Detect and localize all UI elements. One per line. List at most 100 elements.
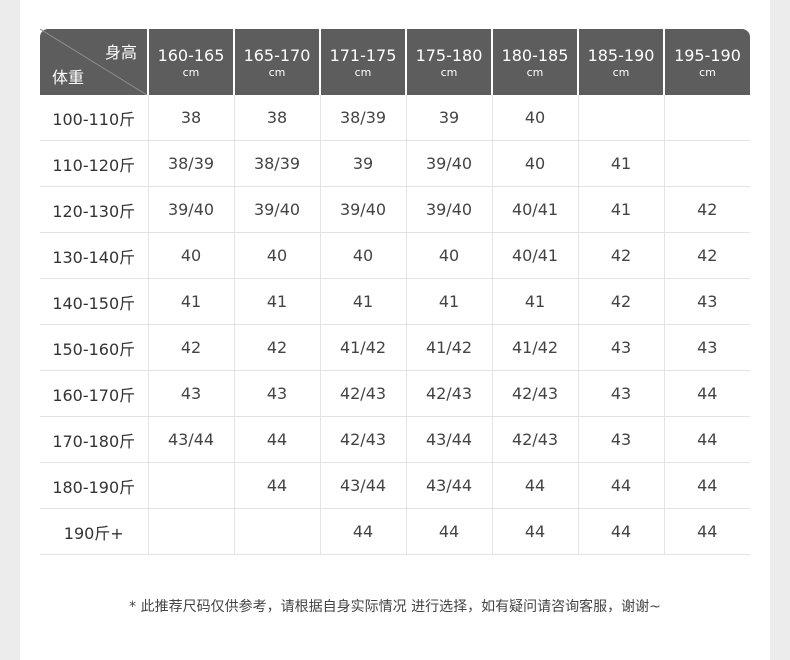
weight-range-label: 180-190斤 — [40, 462, 149, 509]
size-cell — [148, 462, 235, 509]
size-cell: 42/43 — [406, 370, 493, 417]
size-cell: 42/43 — [320, 416, 407, 463]
size-cell: 43 — [578, 416, 665, 463]
size-cell: 42 — [664, 232, 750, 279]
size-cell: 40 — [492, 140, 579, 187]
size-chart-page: 身高 体重 160-165 cm 165-170 cm 171-175 cm 175-180… — [20, 0, 770, 660]
size-cell: 43/44 — [406, 416, 493, 463]
table-header: 身高 体重 160-165 cm 165-170 cm 171-175 cm 175-180… — [40, 29, 750, 95]
size-cell: 41 — [578, 140, 665, 187]
size-cell: 41 — [578, 186, 665, 233]
size-cell: 42/43 — [492, 416, 579, 463]
height-range: 180-185 — [501, 46, 569, 65]
size-cell — [664, 95, 750, 141]
size-cell: 38 — [234, 95, 321, 141]
size-cell: 44 — [492, 462, 579, 509]
size-cell: 40 — [320, 232, 407, 279]
weight-range-label: 170-180斤 — [40, 416, 149, 463]
size-cell: 44 — [664, 416, 750, 463]
size-cell: 39/40 — [406, 186, 493, 233]
size-cell: 41/42 — [320, 324, 407, 371]
table-row: 100-110斤 38 38 38/39 39 40 — [40, 95, 750, 141]
size-cell: 39/40 — [320, 186, 407, 233]
height-column-header: 175-180 cm — [405, 29, 492, 95]
size-cell: 42/43 — [492, 370, 579, 417]
size-cell: 41/42 — [406, 324, 493, 371]
size-cell: 40 — [148, 232, 235, 279]
size-cell: 42 — [578, 278, 665, 325]
height-range: 171-175 — [329, 46, 397, 65]
size-cell: 42 — [234, 324, 321, 371]
size-cell: 39 — [406, 95, 493, 141]
height-column-header: 160-165 cm — [147, 29, 234, 95]
size-cell: 44 — [406, 508, 493, 555]
table-row: 120-130斤 39/40 39/40 39/40 39/40 40/41 41 42 — [40, 186, 750, 233]
size-table: 身高 体重 160-165 cm 165-170 cm 171-175 cm 175-180… — [40, 29, 750, 555]
height-column-header: 195-190 cm — [663, 29, 750, 95]
size-cell — [148, 508, 235, 555]
size-cell: 40 — [406, 232, 493, 279]
size-cell: 40/41 — [492, 186, 579, 233]
size-cell — [664, 140, 750, 187]
size-cell: 41 — [406, 278, 493, 325]
weight-range-label: 120-130斤 — [40, 186, 149, 233]
table-row: 170-180斤 43/44 44 42/43 43/44 42/43 43 44 — [40, 416, 750, 463]
height-axis-label: 身高 — [104, 43, 137, 62]
size-cell: 41 — [320, 278, 407, 325]
table-row: 130-140斤 40 40 40 40 40/41 42 42 — [40, 232, 750, 279]
size-cell: 44 — [578, 508, 665, 555]
weight-range-label: 110-120斤 — [40, 140, 149, 187]
size-cell: 39/40 — [148, 186, 235, 233]
size-cell: 43/44 — [406, 462, 493, 509]
corner-cell: 身高 体重 — [40, 29, 148, 95]
height-unit: cm — [699, 66, 716, 79]
weight-axis-label: 体重 — [52, 68, 85, 87]
size-cell: 43/44 — [320, 462, 407, 509]
table-row: 150-160斤 42 42 41/42 41/42 41/42 43 43 — [40, 324, 750, 371]
height-unit: cm — [354, 66, 372, 79]
size-cell: 44 — [234, 416, 321, 463]
size-cell: 43/44 — [148, 416, 235, 463]
size-cell — [578, 95, 665, 141]
height-range: 165-170 — [243, 46, 311, 65]
size-cell: 43 — [578, 370, 665, 417]
size-cell: 41/42 — [492, 324, 579, 371]
size-cell: 44 — [578, 462, 665, 509]
table-body: 100-110斤 38 38 38/39 39 40 110-120斤 38/39 38/39 3… — [40, 95, 750, 555]
height-range: 185-190 — [587, 46, 655, 65]
size-cell: 41 — [148, 278, 235, 325]
table-row: 180-190斤 44 43/44 43/44 44 44 44 — [40, 462, 750, 509]
height-range: 160-165 — [157, 46, 225, 65]
weight-range-label: 150-160斤 — [40, 324, 149, 371]
size-cell: 44 — [492, 508, 579, 555]
size-cell: 42 — [578, 232, 665, 279]
table-row: 160-170斤 43 43 42/43 42/43 42/43 43 44 — [40, 370, 750, 417]
table-row: 110-120斤 38/39 38/39 39 39/40 40 41 — [40, 140, 750, 187]
size-cell: 43 — [664, 324, 750, 371]
weight-range-label: 190斤+ — [40, 508, 149, 555]
size-cell: 44 — [664, 370, 750, 417]
size-cell: 39/40 — [406, 140, 493, 187]
size-cell: 38/39 — [148, 140, 235, 187]
weight-range-label: 140-150斤 — [40, 278, 149, 325]
size-cell: 38/39 — [234, 140, 321, 187]
height-column-header: 171-175 cm — [319, 29, 406, 95]
size-cell: 43 — [148, 370, 235, 417]
height-range: 195-190 — [674, 46, 741, 65]
size-cell: 39 — [320, 140, 407, 187]
header-row: 身高 体重 160-165 cm 165-170 cm 171-175 cm 175-180… — [40, 29, 750, 95]
weight-range-label: 100-110斤 — [40, 95, 149, 141]
size-cell: 40 — [492, 95, 579, 141]
height-unit: cm — [182, 66, 200, 79]
size-cell: 39/40 — [234, 186, 321, 233]
table-row: 140-150斤 41 41 41 41 41 42 43 — [40, 278, 750, 325]
size-cell — [234, 508, 321, 555]
size-cell: 44 — [664, 508, 750, 555]
size-cell: 42 — [148, 324, 235, 371]
height-unit: cm — [268, 66, 286, 79]
size-cell: 43 — [664, 278, 750, 325]
height-unit: cm — [612, 66, 630, 79]
size-cell: 41 — [234, 278, 321, 325]
size-cell: 38/39 — [320, 95, 407, 141]
size-cell: 41 — [492, 278, 579, 325]
